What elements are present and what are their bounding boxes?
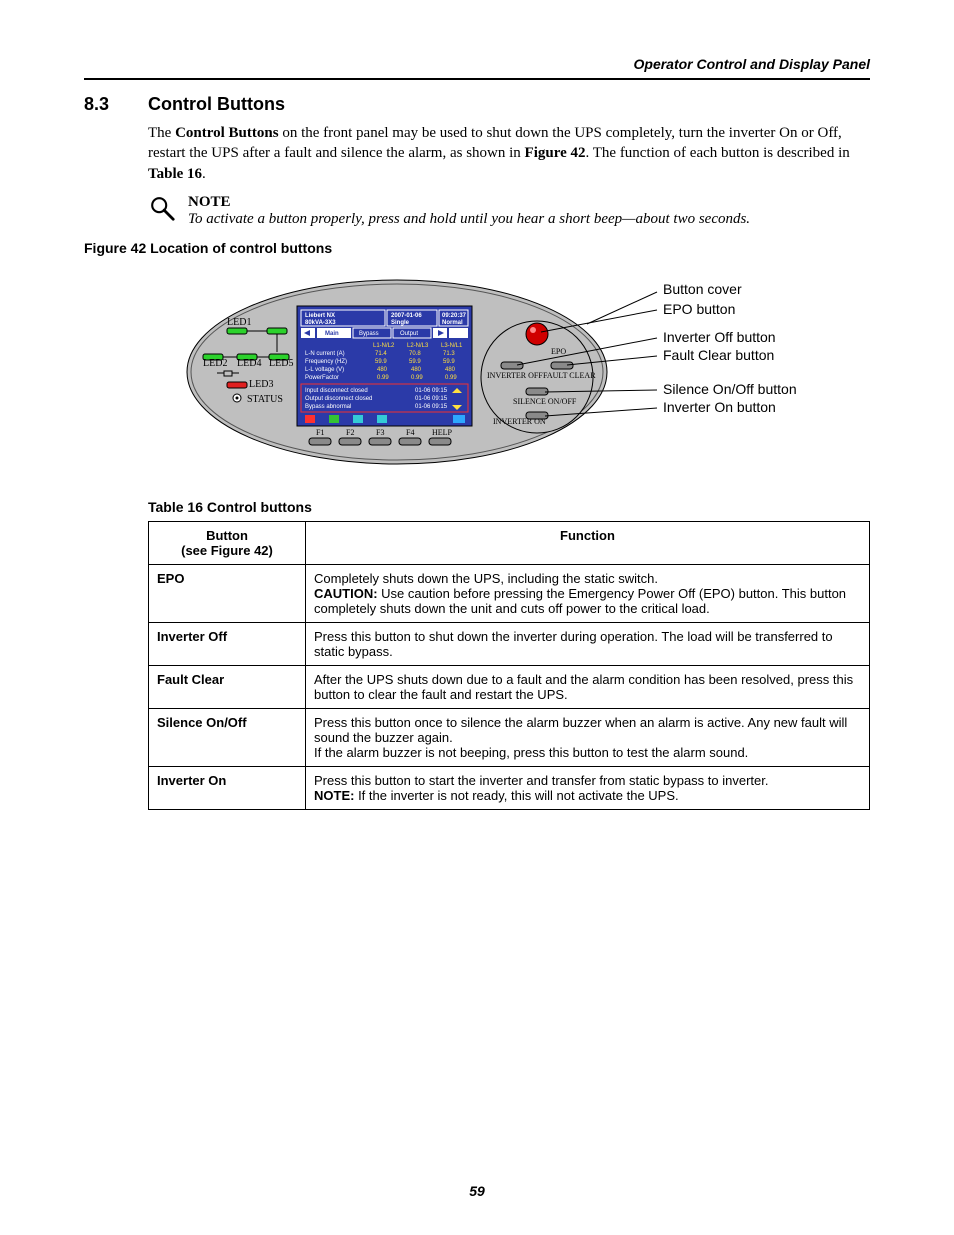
note-text: To activate a button properly, press and… [188, 211, 750, 228]
figure-caption: Figure 42 Location of control buttons [84, 240, 870, 256]
svg-text:Inverter On button: Inverter On button [663, 399, 776, 415]
running-header: Operator Control and Display Panel [84, 56, 870, 78]
svg-text:59.9: 59.9 [409, 359, 421, 365]
svg-text:F3: F3 [376, 428, 384, 437]
svg-text:PowerFactor: PowerFactor [305, 375, 339, 381]
svg-text:01-06 09:15: 01-06 09:15 [415, 396, 448, 402]
svg-text:480: 480 [445, 367, 456, 373]
svg-text:Fault Clear button: Fault Clear button [663, 347, 774, 363]
svg-text:Output disconnect closed: Output disconnect closed [305, 396, 372, 402]
table-row: Inverter Off Press this button to shut d… [149, 622, 870, 665]
svg-text:71.3: 71.3 [443, 351, 455, 357]
table-head-function: Function [306, 521, 870, 564]
svg-text:LED4: LED4 [237, 358, 261, 369]
svg-text:F1: F1 [316, 428, 324, 437]
svg-text:Inverter Off button: Inverter Off button [663, 329, 776, 345]
section-number: 8.3 [84, 94, 148, 115]
svg-text:FAULT CLEAR: FAULT CLEAR [543, 371, 596, 380]
table-caption: Table 16 Control buttons [148, 499, 870, 515]
svg-text:INVERTER OFF: INVERTER OFF [487, 371, 543, 380]
svg-text:Bypass abnormal: Bypass abnormal [305, 404, 351, 410]
svg-text:70.8: 70.8 [409, 351, 421, 357]
svg-text:Input disconnect closed: Input disconnect closed [305, 388, 368, 394]
svg-text:0.99: 0.99 [445, 375, 457, 381]
svg-text:EPO button: EPO button [663, 301, 735, 317]
svg-text:L1-N/L2: L1-N/L2 [373, 343, 395, 349]
table-row: EPO Completely shuts down the UPS, inclu… [149, 564, 870, 622]
svg-text:EPO: EPO [551, 347, 566, 356]
svg-text:59.9: 59.9 [375, 359, 387, 365]
svg-text:Single: Single [391, 320, 410, 326]
svg-text:LED2: LED2 [203, 358, 227, 369]
page-number: 59 [0, 1183, 954, 1199]
svg-text:Frequency (HZ): Frequency (HZ) [305, 359, 347, 365]
svg-text:59.9: 59.9 [443, 359, 455, 365]
svg-text:F4: F4 [406, 428, 414, 437]
section-heading: 8.3Control Buttons [84, 94, 870, 115]
table-head-button: Button(see Figure 42) [149, 521, 306, 564]
intro-paragraph: The Control Buttons on the front panel m… [148, 123, 870, 184]
svg-text:HELP: HELP [432, 428, 453, 437]
svg-text:Bypass: Bypass [359, 331, 379, 337]
svg-text:480: 480 [411, 367, 422, 373]
svg-text:L2-N/L3: L2-N/L3 [407, 343, 429, 349]
svg-text:480: 480 [377, 367, 388, 373]
magnifier-icon [148, 194, 176, 222]
header-rule [84, 78, 870, 80]
svg-text:SILENCE ON/OFF: SILENCE ON/OFF [513, 397, 577, 406]
section-title: Control Buttons [148, 94, 285, 114]
svg-text:Output: Output [400, 331, 418, 337]
svg-text:71.4: 71.4 [375, 351, 387, 357]
svg-text:Liebert NX: Liebert NX [305, 313, 335, 319]
table-row: Fault Clear After the UPS shuts down due… [149, 665, 870, 708]
svg-text:F2: F2 [346, 428, 354, 437]
note-block: NOTE To activate a button properly, pres… [148, 194, 870, 228]
svg-text:INVERTER ON: INVERTER ON [493, 417, 546, 426]
svg-text:Main: Main [325, 331, 339, 337]
svg-text:LED3: LED3 [249, 379, 273, 390]
svg-text:0.99: 0.99 [411, 375, 423, 381]
svg-text:LED1: LED1 [227, 317, 251, 328]
svg-text:L3-N/L1: L3-N/L1 [441, 343, 463, 349]
svg-text:09:20:37: 09:20:37 [442, 313, 467, 319]
svg-text:01-06 09:15: 01-06 09:15 [415, 388, 448, 394]
svg-text:L-L voltage (V): L-L voltage (V) [305, 367, 344, 373]
svg-text:Button cover: Button cover [663, 281, 742, 297]
figure-42: Liebert NX 80kVA-3X3 2007-01-06 Single 0… [84, 262, 870, 487]
svg-text:STATUS: STATUS [247, 394, 283, 405]
svg-text:0.99: 0.99 [377, 375, 389, 381]
table-row: Silence On/Off Press this button once to… [149, 708, 870, 766]
svg-text:01-06 09:15: 01-06 09:15 [415, 404, 448, 410]
svg-text:2007-01-06: 2007-01-06 [391, 313, 422, 319]
svg-text:L-N current (A): L-N current (A) [305, 351, 345, 357]
control-buttons-table: Button(see Figure 42) Function EPO Compl… [148, 521, 870, 810]
table-row: Inverter On Press this button to start t… [149, 766, 870, 809]
svg-text:80kVA-3X3: 80kVA-3X3 [305, 320, 336, 326]
svg-text:LED5: LED5 [269, 358, 293, 369]
svg-text:Silence On/Off button: Silence On/Off button [663, 381, 797, 397]
svg-text:Normal: Normal [442, 320, 463, 326]
note-title: NOTE [188, 194, 750, 211]
